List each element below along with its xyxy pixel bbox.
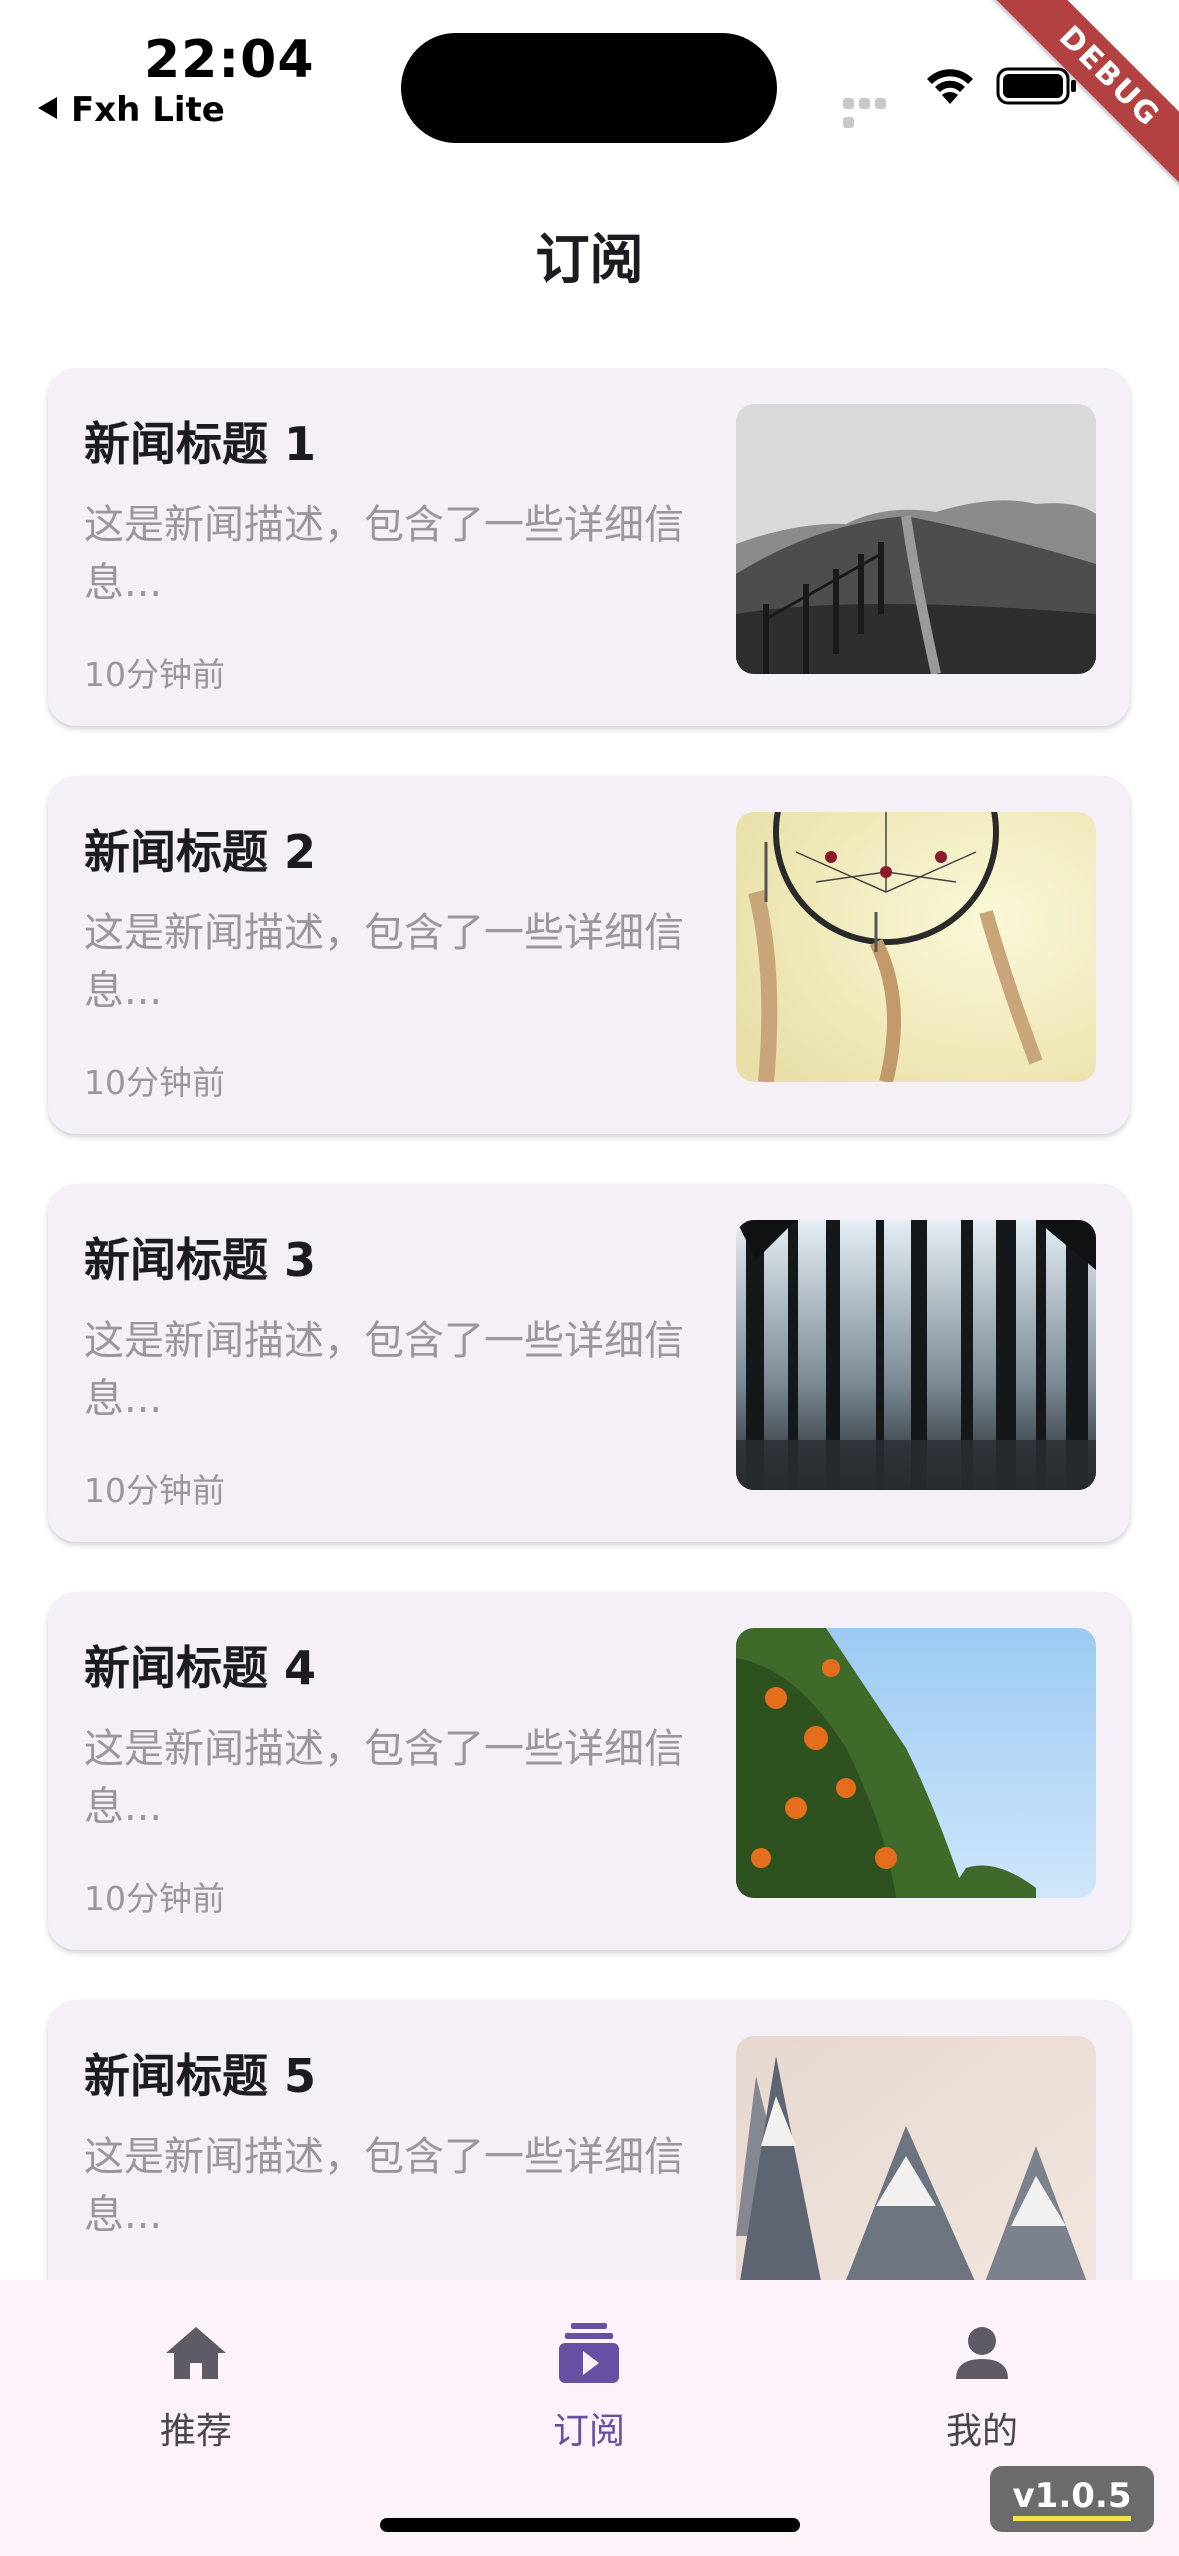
person-icon	[882, 2308, 1082, 2398]
news-time: 10分钟前	[84, 1471, 225, 1510]
news-title: 新闻标题 4	[84, 1641, 317, 1695]
nav-item-recommend[interactable]: 推荐	[96, 2308, 296, 2454]
news-feed[interactable]: 新闻标题 1 这是新闻描述，包含了一些详细信息... 10分钟前 新闻标题 2 …	[0, 368, 1179, 2280]
status-time: 22:04	[144, 30, 315, 90]
news-time: 10分钟前	[84, 655, 225, 694]
app-bar: 订阅	[0, 200, 1179, 320]
nav-item-subscriptions[interactable]: 订阅	[489, 2308, 689, 2454]
news-time: 10分钟前	[84, 1879, 225, 1918]
home-icon	[96, 2308, 296, 2398]
back-app-label: Fxh Lite	[71, 90, 225, 130]
version-text: v1.0.5	[1012, 2476, 1132, 2521]
hills-fence-photo	[736, 404, 1096, 674]
status-bar: 22:04 Fxh Lite	[0, 0, 1179, 160]
dynamic-island	[401, 33, 777, 143]
news-title: 新闻标题 3	[84, 1233, 317, 1287]
forest-photo	[736, 1220, 1096, 1490]
news-card[interactable]: 新闻标题 5 这是新闻描述，包含了一些详细信息...	[48, 2000, 1130, 2280]
news-card[interactable]: 新闻标题 2 这是新闻描述，包含了一些详细信息... 10分钟前	[48, 776, 1130, 1134]
news-description: 这是新闻描述，包含了一些详细信息...	[84, 502, 684, 606]
cellular-signal-icon	[843, 94, 903, 128]
version-badge: v1.0.5	[990, 2466, 1154, 2532]
news-description: 这是新闻描述，包含了一些详细信息...	[84, 2134, 684, 2238]
battery-icon	[996, 66, 1078, 110]
news-title: 新闻标题 1	[84, 417, 317, 471]
orange-tree-photo	[736, 1628, 1096, 1898]
nav-label: 推荐	[159, 2411, 232, 2452]
nav-label: 订阅	[552, 2411, 625, 2452]
subscriptions-icon	[489, 2308, 689, 2398]
wifi-icon	[924, 66, 976, 110]
news-description: 这是新闻描述，包含了一些详细信息...	[84, 1726, 684, 1830]
dreamcatcher-photo	[736, 812, 1096, 1082]
news-card[interactable]: 新闻标题 1 这是新闻描述，包含了一些详细信息... 10分钟前	[48, 368, 1130, 726]
nav-item-profile[interactable]: 我的	[882, 2308, 1082, 2454]
news-description: 这是新闻描述，包含了一些详细信息...	[84, 910, 684, 1014]
home-indicator[interactable]	[380, 2518, 800, 2532]
news-card[interactable]: 新闻标题 4 这是新闻描述，包含了一些详细信息... 10分钟前	[48, 1592, 1130, 1950]
back-to-app-button[interactable]: Fxh Lite	[38, 90, 225, 130]
news-title: 新闻标题 2	[84, 825, 317, 879]
nav-label: 我的	[945, 2411, 1018, 2452]
snowy-trees-photo	[736, 2036, 1096, 2280]
news-description: 这是新闻描述，包含了一些详细信息...	[84, 1318, 684, 1422]
back-arrow-icon	[38, 97, 57, 119]
app-screen: 22:04 Fxh Lite DEBUG 订阅 新闻标题 1 这是新闻描述，包含…	[0, 0, 1179, 2556]
news-card[interactable]: 新闻标题 3 这是新闻描述，包含了一些详细信息... 10分钟前	[48, 1184, 1130, 1542]
news-title: 新闻标题 5	[84, 2049, 317, 2103]
news-time: 10分钟前	[84, 1063, 225, 1102]
page-title: 订阅	[535, 228, 644, 291]
